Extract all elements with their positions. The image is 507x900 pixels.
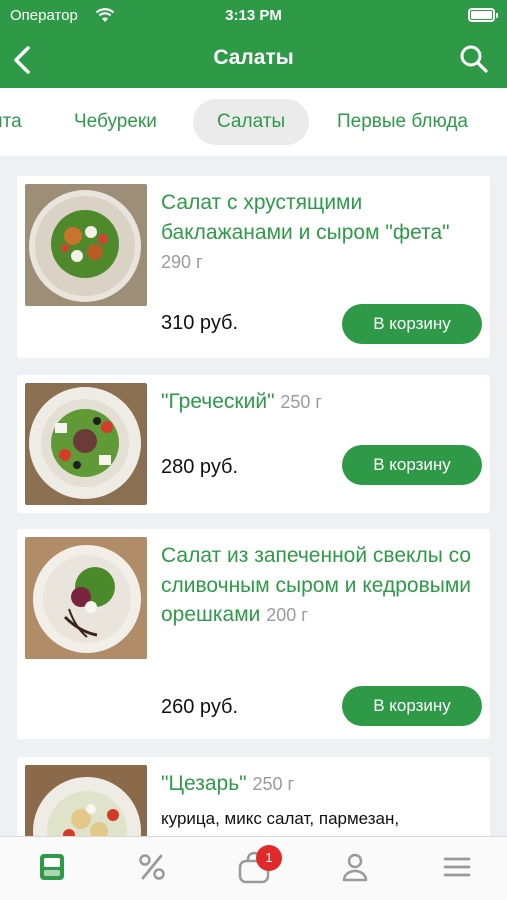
product-name: "Цезарь" 250 г [161,769,481,800]
product-name: "Греческий" 250 г [161,387,481,418]
search-icon[interactable] [457,42,491,76]
product-weight: 250 г [252,774,295,794]
hamburger-icon[interactable] [441,851,473,883]
profile-icon[interactable] [339,851,371,883]
product-card: Салат из запеченной свеклы со сливочным … [17,529,490,739]
bottom-tab-bar: 1 [0,836,507,900]
battery-icon [468,8,498,22]
product-price: 260 руб. [161,696,239,718]
product-name: Салат из запеченной свеклы со сливочным … [161,541,481,631]
page-title: Салаты [213,46,294,69]
add-to-cart-button[interactable]: В корзину [342,445,482,485]
cart-count-badge: 1 [256,845,282,871]
product-list: Салат с хрустящими баклажанами и сыром "… [0,156,507,836]
product-weight: 290 г [161,252,203,272]
product-name: Салат с хрустящими баклажанами и сыром "… [161,188,481,278]
product-photo [25,765,147,836]
product-card: "Цезарь" 250 г курица, микс салат, парме… [17,757,490,836]
product-name-text: Салат из запеченной свеклы со сливочным … [161,544,472,626]
product-photo [25,184,147,306]
tab-category-cut[interactable]: ита [0,99,22,145]
category-tabs: ита Чебуреки Салаты Первые блюда [0,88,507,156]
status-time: 3:13 PM [225,7,282,24]
product-price: 280 руб. [161,456,239,478]
product-name-text: Салат с хрустящими баклажанами и сыром "… [161,191,450,244]
product-weight: 250 г [280,392,322,412]
product-photo [25,383,147,505]
product-name-text: "Греческий" [161,390,275,413]
product-card: "Греческий" 250 г 280 руб. В корзину [17,375,490,513]
product-weight: 200 г [266,605,308,625]
product-name-text: "Цезарь" [161,772,247,795]
tab-chebureki[interactable]: Чебуреки [74,99,157,145]
percent-icon[interactable] [136,851,168,883]
product-price: 310 руб. [161,312,239,334]
product-photo [25,537,147,659]
product-description: курица, микс салат, пармезан, [161,809,400,828]
top-bar: Оператор 3:13 PM Салаты [0,0,507,88]
menu-icon[interactable] [36,851,68,883]
tab-salads[interactable]: Салаты [193,99,310,145]
product-card: Салат с хрустящими баклажанами и сыром "… [17,176,490,358]
tab-first-courses[interactable]: Первые блюда [337,99,468,145]
status-bar: Оператор 3:13 PM [0,0,507,32]
add-to-cart-button[interactable]: В корзину [342,304,482,344]
nav-bar: Салаты [0,32,507,88]
add-to-cart-button[interactable]: В корзину [342,686,482,726]
